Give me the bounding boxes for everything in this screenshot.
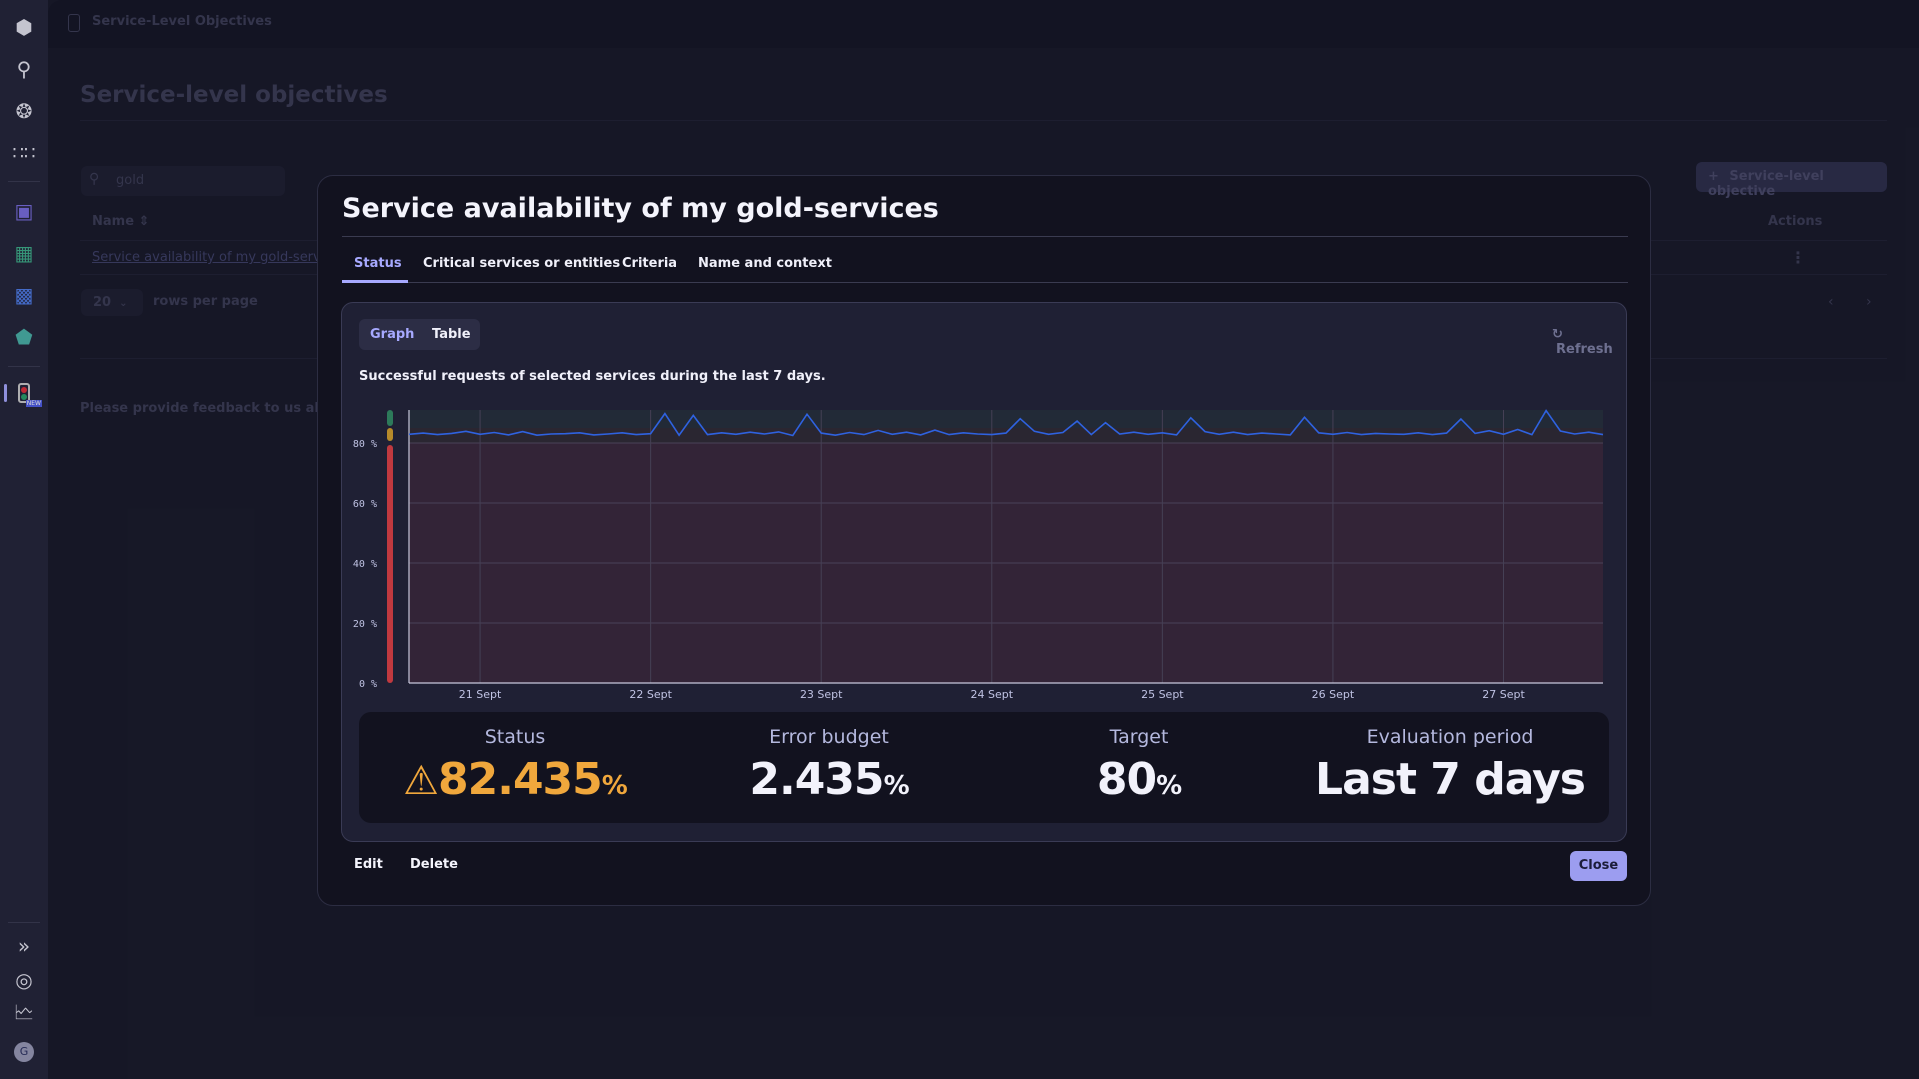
y-tick-label: 80 % bbox=[353, 439, 377, 450]
y-tick-label: 60 % bbox=[353, 499, 377, 510]
divider bbox=[342, 236, 1628, 237]
tabs-divider bbox=[342, 282, 1628, 283]
stats-summary: Status ⚠82.435% Error budget 2.435% Targ… bbox=[359, 712, 1609, 823]
stat-label: Evaluation period bbox=[1366, 726, 1534, 748]
refresh-icon: ↻ bbox=[1552, 327, 1563, 342]
chart-subtitle: Successful requests of selected services… bbox=[359, 369, 826, 384]
stat-value: 82.435 bbox=[438, 754, 603, 805]
stat-status: Status ⚠82.435% bbox=[365, 712, 665, 805]
stat-unit: % bbox=[883, 771, 910, 801]
indicator-good bbox=[387, 410, 393, 426]
stat-unit: % bbox=[1156, 771, 1182, 801]
stat-label: Target bbox=[1109, 726, 1169, 748]
warning-icon: ⚠ bbox=[403, 758, 439, 804]
stat-unit: % bbox=[601, 771, 628, 801]
y-tick-label: 20 % bbox=[353, 619, 377, 630]
good-zone bbox=[409, 410, 1603, 428]
tab-status[interactable]: Status bbox=[354, 256, 402, 271]
delete-button[interactable]: Delete bbox=[410, 857, 458, 872]
x-tick-label: 23 Sept bbox=[800, 688, 843, 701]
stat-value: Last 7 days bbox=[1315, 754, 1586, 805]
y-tick-label: 40 % bbox=[353, 559, 377, 570]
x-tick-label: 27 Sept bbox=[1482, 688, 1525, 701]
modal-title: Service availability of my gold-services bbox=[342, 193, 939, 224]
indicator-warning bbox=[387, 428, 393, 441]
tab-name-and-context[interactable]: Name and context bbox=[698, 256, 832, 271]
stat-value: 2.435 bbox=[749, 754, 884, 805]
stat-error-budget: Error budget 2.435% bbox=[679, 712, 979, 805]
edit-button[interactable]: Edit bbox=[354, 857, 383, 872]
view-toggle: Graph Table bbox=[359, 319, 480, 350]
status-panel: Graph Table ↻ Refresh Successful request… bbox=[341, 302, 1627, 842]
refresh-button[interactable]: ↻ Refresh bbox=[1552, 327, 1626, 357]
x-tick-label: 24 Sept bbox=[971, 688, 1014, 701]
x-tick-label: 21 Sept bbox=[459, 688, 502, 701]
tab-critical-services[interactable]: Critical services or entities bbox=[423, 256, 620, 271]
stat-value: 80 bbox=[1096, 754, 1157, 805]
y-tick-label: 0 % bbox=[359, 679, 377, 690]
stat-target: Target 80% bbox=[989, 712, 1289, 805]
x-tick-label: 22 Sept bbox=[629, 688, 672, 701]
active-tab-indicator bbox=[342, 280, 408, 283]
table-view-button[interactable]: Table bbox=[432, 327, 471, 342]
warning-zone bbox=[409, 428, 1603, 443]
availability-chart: 0 % 20 % 40 % 60 % 80 % 21 Sept 22 Sept 23 Sept… bbox=[353, 409, 1604, 701]
x-tick-label: 26 Sept bbox=[1312, 688, 1355, 701]
stat-label: Status bbox=[484, 726, 546, 748]
graph-view-button[interactable]: Graph bbox=[370, 327, 414, 342]
slo-details-modal: Service availability of my gold-services… bbox=[317, 175, 1651, 906]
close-button[interactable]: Close bbox=[1570, 851, 1627, 881]
stat-label: Error budget bbox=[769, 726, 889, 748]
refresh-label: Refresh bbox=[1556, 342, 1613, 357]
stat-evaluation-period: Evaluation period Last 7 days bbox=[1300, 712, 1600, 805]
x-tick-label: 25 Sept bbox=[1141, 688, 1184, 701]
indicator-fail bbox=[387, 445, 393, 683]
tab-criteria[interactable]: Criteria bbox=[622, 256, 677, 271]
